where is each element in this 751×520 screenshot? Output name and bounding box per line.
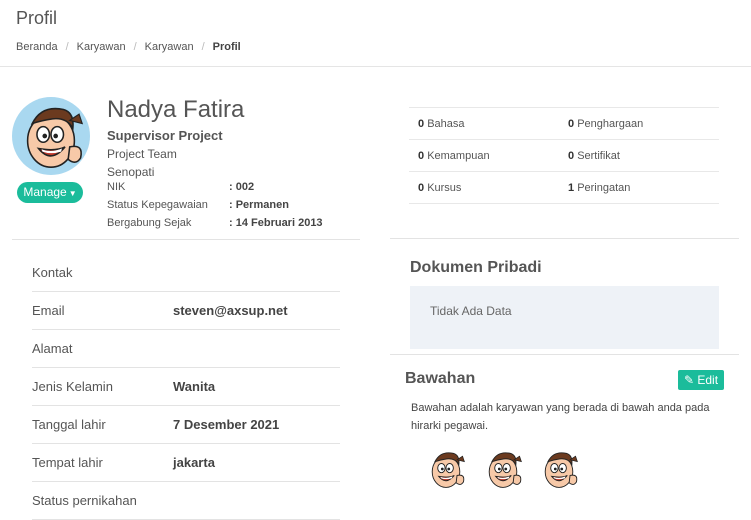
stats-row: 0 Bahasa 0 Penghargaan [409,108,719,140]
contact-row: Tanggal lahir 7 Desember 2021 [32,406,340,444]
edit-subordinates-button[interactable]: ✎ Edit [678,370,724,390]
subordinates-description: Bawahan adalah karyawan yang berada di b… [411,402,710,432]
page-title: Profil [16,8,58,28]
profile-field-nik: NIK : 002 [107,181,347,193]
manage-button[interactable]: Manage ▼ [17,182,83,203]
documents-empty-text: Tidak Ada Data [430,304,512,318]
caret-down-icon: ▼ [68,189,77,198]
contact-label: Jenis Kelamin [32,379,113,394]
field-label: Bergabung Sejak [107,217,192,229]
avatar-cartoon-icon [431,452,465,488]
documents-title: Dokumen Pribadi [410,259,542,276]
divider [12,239,360,240]
breadcrumb-separator: / [133,41,137,53]
contact-label: Tempat lahir [32,455,103,470]
profile-job-title: Supervisor Project [107,128,223,143]
divider [390,238,739,239]
breadcrumb-separator: / [65,41,69,53]
stats-row: 0 Kemampuan 0 Sertifikat [409,140,719,172]
subordinate-avatar[interactable] [423,446,469,492]
subordinates-title: Bawahan [405,370,476,387]
profile-team: Project Team [107,147,177,161]
stat-warning[interactable]: 1 Peringatan [568,182,630,194]
contact-label: Status pernikahan [32,493,137,508]
field-value: : 002 [229,181,255,193]
contact-row: Kontak [32,254,340,292]
contact-row: Status pernikahan [32,482,340,520]
contact-value: steven@axsup.net [173,303,288,318]
contact-value: jakarta [173,455,215,470]
breadcrumb-current: Profil [212,41,241,53]
contact-row: Jenis Kelamin Wanita [32,368,340,406]
stats-row: 0 Kursus 1 Peringatan [409,172,719,204]
breadcrumb-separator: / [201,41,205,53]
breadcrumb: Beranda / Karyawan / Karyawan / Profil [16,41,241,53]
divider [390,354,739,355]
field-value: : Permanen [229,199,289,211]
page-header: Profil Beranda / Karyawan / Karyawan / P… [0,0,751,67]
profile-location: Senopati [107,165,155,179]
contact-row: Tempat lahir jakarta [32,444,340,482]
subordinate-avatar[interactable] [536,446,582,492]
profile-name: Nadya Fatira [107,96,245,123]
breadcrumb-home-link[interactable]: Beranda [16,41,58,53]
profile-field-status: Status Kepegawaian : Permanen [107,199,347,211]
breadcrumb-employee-link[interactable]: Karyawan [77,41,126,53]
stat-course[interactable]: 0 Kursus [418,182,461,194]
edit-icon: ✎ [683,373,695,387]
field-value: : 14 Februari 2013 [229,217,323,229]
stat-skill[interactable]: 0 Kemampuan [418,150,490,162]
field-label: NIK [107,181,126,193]
stats-table: 0 Bahasa 0 Penghargaan 0 Kemampuan 0 Ser… [409,107,719,204]
manage-button-label: Manage [23,185,67,199]
contact-row: Alamat [32,330,340,368]
contact-label: Kontak [32,265,73,280]
contact-label: Tanggal lahir [32,417,106,432]
subordinate-avatar[interactable] [480,446,526,492]
stat-language[interactable]: 0 Bahasa [418,118,465,130]
avatar-cartoon-icon [26,107,83,168]
contact-label: Email [32,303,65,318]
breadcrumb-employee-link-2[interactable]: Karyawan [145,41,194,53]
documents-empty-box: Tidak Ada Data [410,286,719,349]
stat-award[interactable]: 0 Penghargaan [568,118,643,130]
stat-certificate[interactable]: 0 Sertifikat [568,150,620,162]
contact-row: Email steven@axsup.net [32,292,340,330]
edit-button-label: Edit [697,373,719,387]
contact-value: Wanita [173,379,216,394]
profile-field-join-date: Bergabung Sejak : 14 Februari 2013 [107,217,347,229]
contact-list: Kontak Email steven@axsup.net Alamat Jen… [32,254,340,520]
field-label: Status Kepegawaian [107,199,208,211]
contact-value: 7 Desember 2021 [173,417,280,432]
avatar-cartoon-icon [488,452,522,488]
profile-avatar [12,97,90,175]
contact-label: Alamat [32,341,73,356]
avatar-cartoon-icon [544,452,578,488]
